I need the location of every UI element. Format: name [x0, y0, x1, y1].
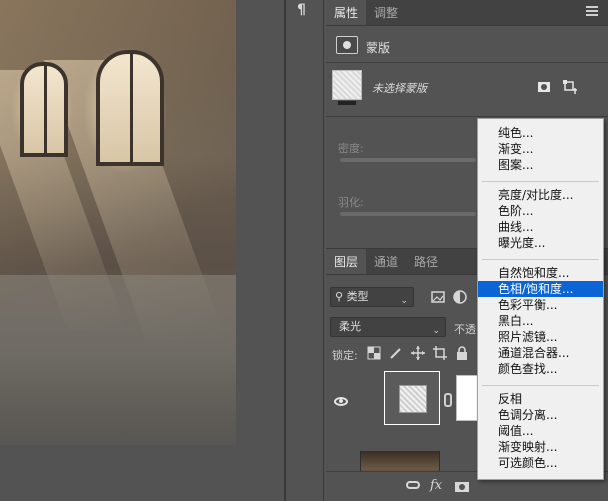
menu-separator — [482, 385, 599, 386]
menu-item-selective-color[interactable]: 可选颜色... — [478, 455, 603, 471]
lock-transparent-icon[interactable] — [366, 345, 382, 361]
menu-item-photo-filter[interactable]: 照片滤镜... — [478, 329, 603, 345]
lock-label: 锁定: — [332, 349, 358, 362]
menu-item-color-lookup[interactable]: 颜色查找... — [478, 361, 603, 377]
layer-mask-link-icon[interactable] — [444, 393, 452, 407]
menu-item-hue-saturation[interactable]: 色相/饱和度... — [478, 281, 603, 297]
menu-item-gradient-map[interactable]: 渐变映射... — [478, 439, 603, 455]
collapsed-panel-strip — [286, 0, 324, 501]
menu-item-levels[interactable]: 色阶... — [478, 203, 603, 219]
filter-kind-label: 类型 — [346, 290, 369, 303]
lock-artboard-icon[interactable] — [432, 345, 448, 361]
layer-visibility-eye-icon[interactable] — [334, 397, 348, 406]
properties-tabs: 属性 调整 — [326, 0, 608, 26]
divider — [326, 116, 608, 117]
add-pixel-mask-icon[interactable] — [536, 79, 552, 95]
filter-adjustment-icon[interactable] — [452, 289, 468, 305]
floor — [0, 275, 236, 445]
menu-item-pattern[interactable]: 图案... — [478, 157, 603, 173]
properties-title: 蒙版 — [366, 41, 391, 55]
menu-item-black-white[interactable]: 黑白... — [478, 313, 603, 329]
lock-all-icon[interactable] — [454, 345, 470, 361]
divider — [326, 62, 608, 63]
document-canvas[interactable] — [0, 0, 236, 445]
density-slider[interactable] — [340, 158, 476, 162]
pixel-mask-icon[interactable] — [336, 36, 358, 54]
menu-item-exposure[interactable]: 曝光度... — [478, 235, 603, 251]
density-label: 密度: — [338, 142, 364, 155]
tab-channels[interactable]: 通道 — [366, 249, 406, 274]
layer-filter-dropdown[interactable]: ⚲ 类型 ⌄ — [330, 287, 414, 307]
add-vector-mask-icon[interactable] — [562, 79, 578, 95]
menu-item-solid-color[interactable]: 纯色... — [478, 125, 603, 141]
menu-item-posterize[interactable]: 色调分离... — [478, 407, 603, 423]
fx-icon[interactable]: fx — [430, 478, 442, 493]
paragraph-icon[interactable]: ¶ — [297, 2, 313, 18]
menu-item-channel-mixer[interactable]: 通道混合器... — [478, 345, 603, 361]
search-icon: ⚲ — [335, 290, 347, 303]
adjustment-layer-menu: 纯色... 渐变... 图案... 亮度/对比度... 色阶... 曲线... … — [477, 118, 604, 480]
chevron-down-icon: ⌄ — [432, 326, 440, 336]
lock-position-move-icon[interactable] — [410, 345, 426, 361]
tab-paths[interactable]: 路径 — [406, 249, 446, 274]
feather-label: 羽化: — [338, 196, 364, 209]
feather-slider[interactable] — [340, 212, 476, 216]
pasteboard-column — [236, 0, 284, 501]
menu-item-invert[interactable]: 反相 — [478, 391, 603, 407]
menu-separator — [482, 181, 599, 182]
menu-item-vibrance[interactable]: 自然饱和度... — [478, 265, 603, 281]
blend-mode-dropdown[interactable]: 柔光 ⌄ — [330, 317, 446, 337]
panel-menu-icon[interactable] — [586, 6, 598, 16]
menu-item-threshold[interactable]: 阈值... — [478, 423, 603, 439]
menu-item-brightness-contrast[interactable]: 亮度/对比度... — [478, 187, 603, 203]
blend-mode-value: 柔光 — [339, 320, 361, 333]
tab-adjustments[interactable]: 调整 — [366, 0, 406, 25]
add-mask-icon[interactable] — [454, 479, 470, 495]
window-left — [20, 62, 68, 157]
adjustment-layer-thumbnail[interactable] — [384, 371, 440, 425]
canvas-pasteboard — [0, 445, 236, 501]
menu-item-gradient[interactable]: 渐变... — [478, 141, 603, 157]
no-mask-text: 未选择蒙版 — [372, 82, 427, 95]
menu-separator — [482, 259, 599, 260]
link-layers-icon[interactable] — [406, 481, 420, 489]
filter-pixel-icon[interactable] — [430, 289, 446, 305]
window-right — [96, 50, 164, 166]
tab-properties[interactable]: 属性 — [326, 0, 367, 25]
opacity-label: 不透 — [454, 323, 476, 336]
menu-item-color-balance[interactable]: 色彩平衡... — [478, 297, 603, 313]
menu-item-curves[interactable]: 曲线... — [478, 219, 603, 235]
tab-layers[interactable]: 图层 — [326, 249, 367, 274]
photoshop-window: ¶ 属性 调整 蒙版 未选择蒙版 密度: 羽化: 图层 通道 路径 ⚲ 类型 ⌄… — [0, 0, 608, 501]
lock-image-brush-icon[interactable] — [388, 345, 404, 361]
mask-header: 蒙版 — [326, 30, 608, 60]
mask-thumbnail — [332, 70, 362, 105]
chevron-down-icon: ⌄ — [400, 296, 408, 306]
